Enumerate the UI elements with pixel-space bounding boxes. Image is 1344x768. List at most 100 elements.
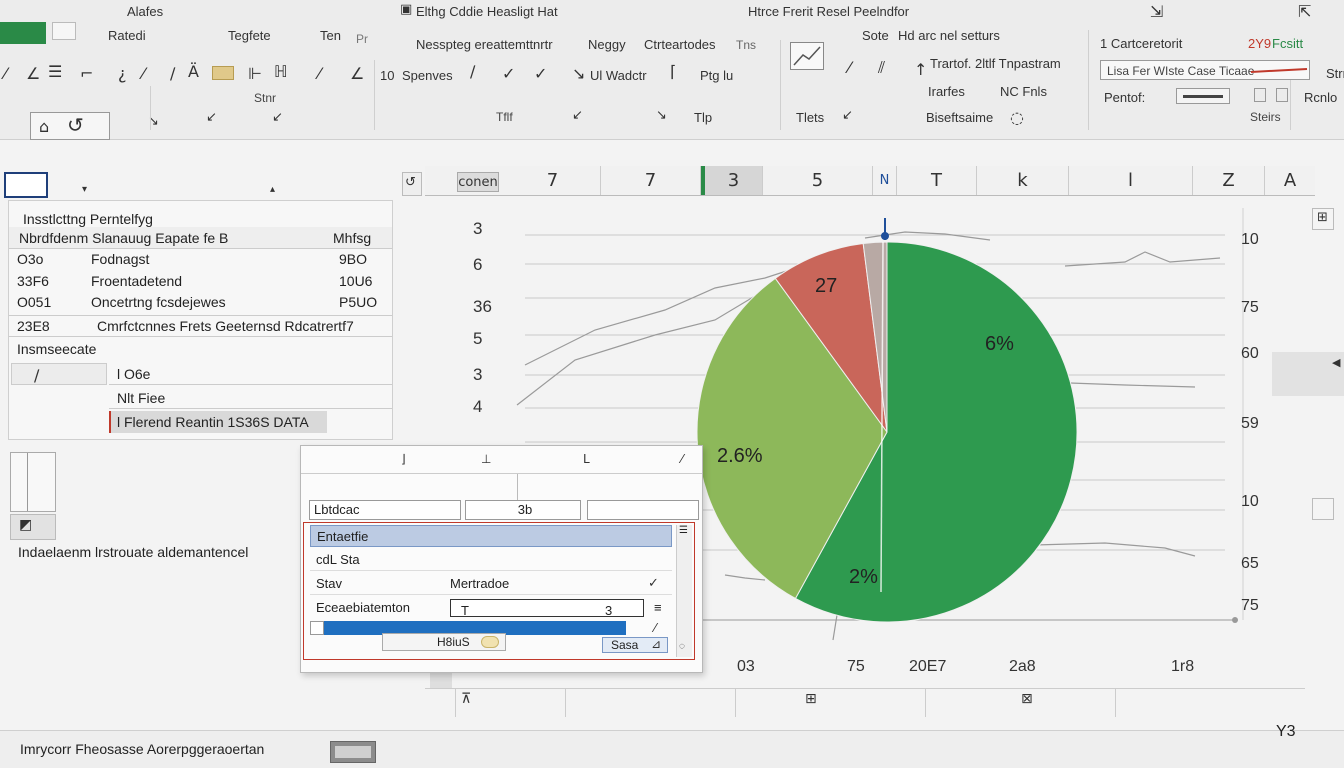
select-all-corner[interactable]: ↺ bbox=[402, 172, 422, 196]
launcher-icon-3[interactable]: ↙ bbox=[272, 110, 283, 125]
list-item[interactable]: l O6e bbox=[109, 363, 392, 385]
fill-color-icon[interactable] bbox=[212, 66, 234, 80]
font-color-icon[interactable]: ∕ bbox=[170, 64, 175, 83]
style-label[interactable]: Trartof. 2ltlf Tnpastram bbox=[930, 56, 1061, 71]
table-row[interactable]: O3o Fodnagst 9BO bbox=[9, 249, 392, 271]
tab-alafes[interactable]: Alafes bbox=[127, 4, 163, 19]
group-cartceretorit[interactable]: 1 Cartceretorit bbox=[1100, 36, 1182, 51]
align-left-icon[interactable]: ⁄ bbox=[4, 64, 7, 83]
editor-row[interactable]: Eceaebiatemton T 3 ≡ bbox=[310, 597, 672, 619]
group-steirs[interactable]: Steirs bbox=[1250, 110, 1281, 124]
launcher-icon-2[interactable]: ↙ bbox=[206, 110, 217, 125]
column-header-7[interactable]: k bbox=[977, 166, 1069, 195]
thumbnail-box[interactable] bbox=[10, 452, 56, 512]
cancel-button[interactable]: Sasa ⊿ bbox=[602, 637, 668, 653]
group-neggy[interactable]: Neggy bbox=[588, 37, 626, 52]
group-tegfete[interactable]: Tegfete bbox=[228, 28, 271, 43]
editor-input[interactable]: T 3 bbox=[450, 599, 644, 618]
launcher-icon-5[interactable]: ↘ bbox=[656, 108, 667, 123]
group-tns[interactable]: Tns bbox=[736, 38, 756, 52]
list-item[interactable]: cdL Sta bbox=[310, 549, 672, 571]
group-sote-sub[interactable]: Hd arc nel setturs bbox=[898, 28, 1000, 43]
dialog-field-left[interactable]: Lbtdcac bbox=[309, 500, 461, 520]
indent-icon[interactable]: ⌐ bbox=[80, 64, 93, 83]
insert-chart-icon[interactable] bbox=[790, 42, 824, 70]
column-name-cell[interactable]: conen bbox=[457, 172, 499, 192]
column-header-9[interactable]: Z bbox=[1193, 166, 1265, 195]
section-icon-cell[interactable]: ∕ bbox=[11, 363, 107, 385]
up-arrow-icon[interactable]: ↑ bbox=[914, 60, 927, 79]
pen-icon[interactable]: ⁄ bbox=[848, 58, 851, 77]
restore-icon[interactable]: ⇲ bbox=[1150, 2, 1163, 21]
cell-style-icon[interactable]: ⌈ bbox=[670, 62, 676, 81]
font-size[interactable]: 10 bbox=[380, 68, 394, 83]
percent-box[interactable]: Lisa Fer WIste Case Ticaae bbox=[1100, 60, 1310, 80]
pencil-icon[interactable]: ⫽ bbox=[878, 58, 885, 78]
indent-label[interactable]: Ptg lu bbox=[700, 68, 733, 83]
name-box[interactable] bbox=[4, 172, 48, 198]
save-icon[interactable]: ▣ bbox=[400, 2, 412, 17]
wrap-icon[interactable]: ∠ bbox=[350, 64, 364, 83]
group-nesspteg[interactable]: Nesspteg ereattemttnrtr bbox=[416, 37, 553, 52]
dialog-field-mid[interactable]: 3b bbox=[465, 500, 581, 520]
launcher-icon-4[interactable]: ↙ bbox=[572, 108, 583, 123]
sheet-tab[interactable] bbox=[330, 741, 376, 763]
scroll-down-icon[interactable]: ◌ bbox=[679, 641, 685, 652]
list-header[interactable]: Entaetfie bbox=[310, 525, 672, 547]
column-header-6[interactable]: T bbox=[897, 166, 977, 195]
zoom-label[interactable]: Y3 bbox=[1276, 723, 1296, 741]
group-sote[interactable]: Sote bbox=[862, 28, 889, 43]
italic-icon[interactable]: ⁄ bbox=[142, 64, 145, 83]
table-row[interactable]: 33F6 Froentadetend 10U6 bbox=[9, 271, 392, 293]
column-header-5[interactable]: N bbox=[873, 166, 897, 195]
interface-label[interactable]: Irarfes bbox=[928, 84, 965, 99]
paste-options-box[interactable] bbox=[1176, 88, 1230, 104]
refresh-label[interactable]: Rcnlo bbox=[1304, 90, 1337, 105]
scroll-box-bottom[interactable] bbox=[1312, 498, 1334, 520]
ok-button[interactable]: H8iuS bbox=[382, 633, 506, 651]
table-row[interactable]: 23E8 Cmrfctcnnes Frets Geeternsd Rdcatre… bbox=[9, 315, 392, 337]
nc-label[interactable]: NC Fnls bbox=[1000, 84, 1047, 99]
column-header-4[interactable]: 5 bbox=[763, 166, 873, 195]
dialog-field-right[interactable] bbox=[587, 500, 699, 520]
launcher-icon-6[interactable]: ↙ bbox=[842, 108, 853, 123]
group-bisefaime[interactable]: Biseftsaime bbox=[926, 110, 993, 125]
list-item[interactable]: Stav Mertradoe ✓ bbox=[310, 573, 672, 595]
list-item[interactable]: Nlt Fiee bbox=[109, 387, 392, 409]
table-row[interactable]: O051 Oncetrtng fcsdejewes P5UO bbox=[9, 292, 392, 314]
group-ties[interactable]: Tlets bbox=[796, 110, 824, 125]
small-box-1[interactable] bbox=[1254, 88, 1266, 102]
paint-icon[interactable]: Ä bbox=[188, 62, 199, 81]
group-ratedi[interactable]: Ratedi bbox=[108, 28, 146, 43]
column-header-8[interactable]: l bbox=[1069, 166, 1193, 195]
arrow-icon[interactable]: ↘ bbox=[572, 64, 585, 83]
close-window-icon[interactable]: ⇱ bbox=[1298, 2, 1311, 21]
dialog-list[interactable]: Entaetfie cdL Sta Stav Mertradoe ✓ Eceae… bbox=[303, 522, 695, 660]
paste-label[interactable]: Pentof: bbox=[1104, 90, 1145, 105]
scroll-up-icon[interactable]: ☰ bbox=[679, 525, 688, 536]
list-item-selected[interactable]: l Flerend Reantin 1S36S DATA bbox=[109, 411, 327, 433]
border-icon[interactable]: ⊩ bbox=[248, 64, 262, 83]
format-icon[interactable]: ℍ bbox=[274, 62, 288, 81]
file-tab[interactable] bbox=[0, 22, 46, 44]
check-icon[interactable]: ✓ bbox=[502, 64, 515, 83]
align-label[interactable]: Ul Wadctr bbox=[590, 68, 647, 83]
group-tile[interactable]: Tlp bbox=[694, 110, 712, 125]
scroll-arrow-icon[interactable]: ◀ bbox=[1332, 356, 1340, 369]
name-box-dropdown-icon[interactable]: ▾ bbox=[82, 184, 87, 195]
dialog-scrollbar[interactable]: ☰ ◌ bbox=[676, 525, 692, 657]
bold-icon[interactable]: ∠ bbox=[26, 64, 40, 83]
format-painter-button[interactable]: ⌂ ↺ bbox=[30, 112, 110, 140]
pin-icon[interactable]: ⁄ bbox=[654, 621, 656, 635]
column-header-3-selected[interactable]: 3 bbox=[701, 166, 763, 195]
thumbnail-image[interactable]: ◩ bbox=[10, 514, 56, 540]
group-ten[interactable]: Ten bbox=[320, 28, 341, 43]
quick-access-box[interactable] bbox=[52, 22, 76, 40]
editor-spin-icon[interactable]: ≡ bbox=[654, 597, 662, 619]
underline-icon[interactable]: ¿ bbox=[118, 64, 127, 83]
tick-icon[interactable]: ✓ bbox=[534, 64, 547, 83]
draw-icon[interactable]: ∕ bbox=[470, 62, 475, 81]
font-name[interactable]: Spenves bbox=[402, 68, 453, 83]
lines-icon[interactable]: ☰ bbox=[48, 62, 62, 81]
sort-label[interactable]: Strr bbox=[1326, 66, 1344, 81]
